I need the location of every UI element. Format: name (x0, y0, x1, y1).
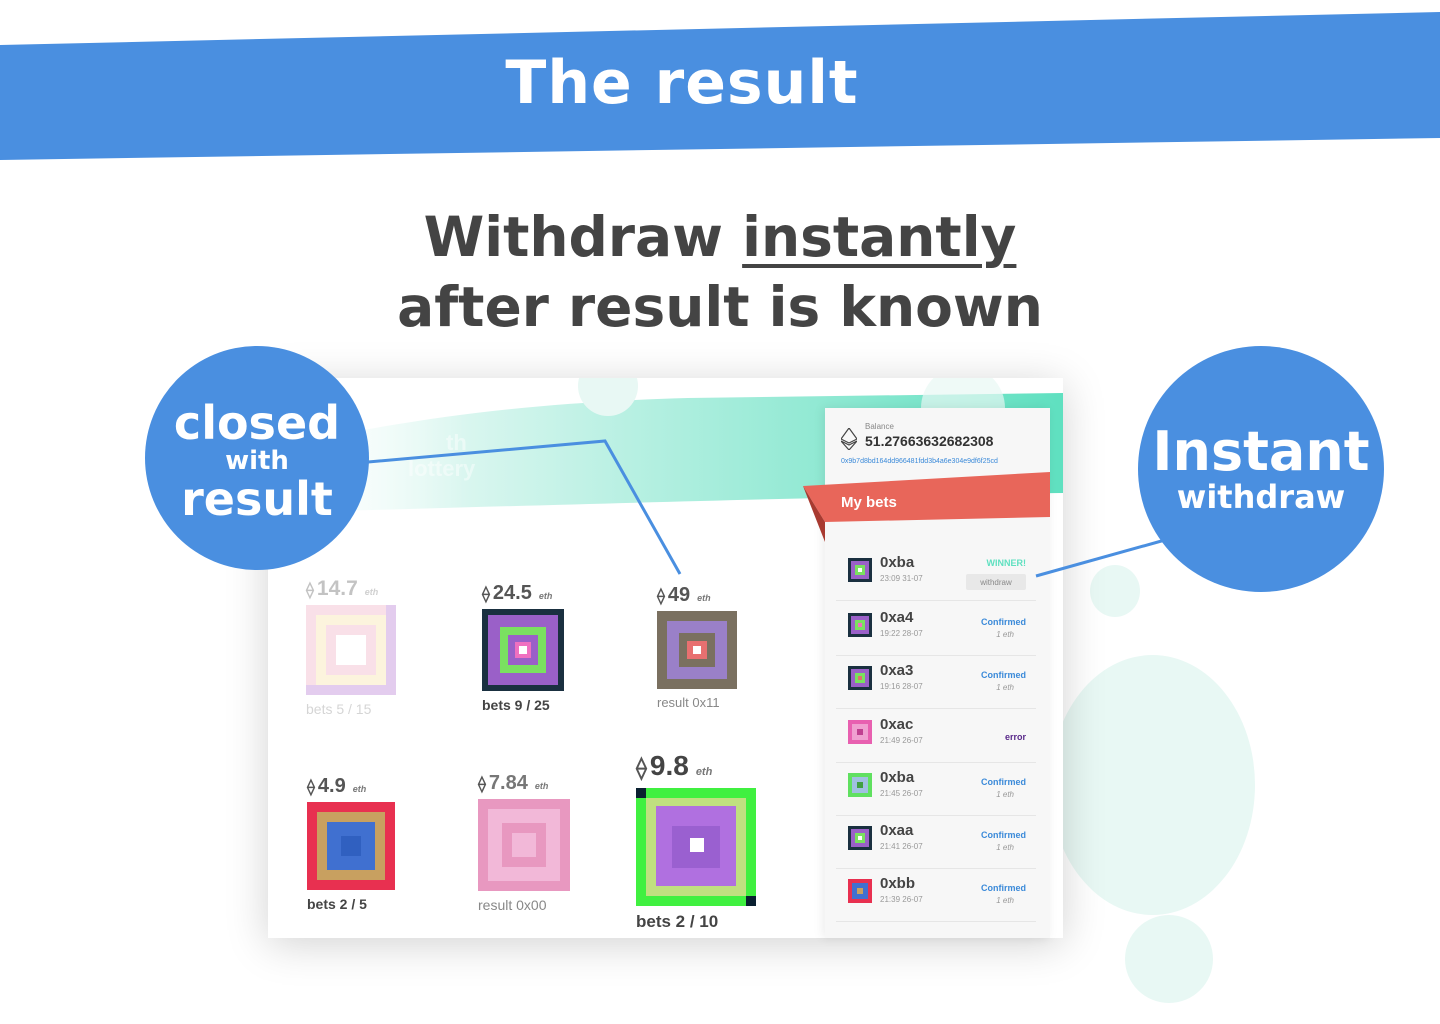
callout-closed-with-result: closed with result (145, 346, 369, 570)
callout-instant-withdraw: Instant withdraw (1138, 346, 1384, 592)
